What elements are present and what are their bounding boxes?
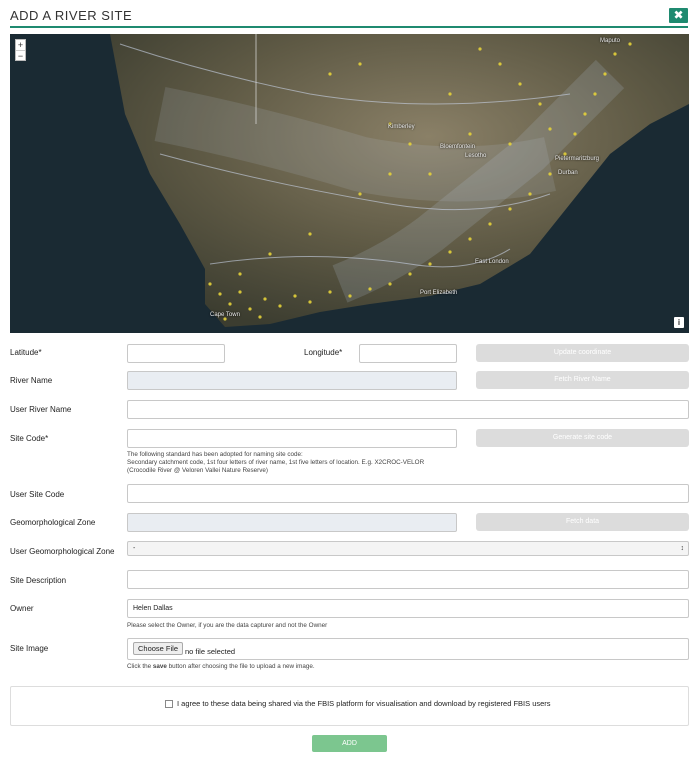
owner-help: Please select the Owner, if you are the … xyxy=(127,622,328,629)
agreement-panel: I agree to these data being shared via t… xyxy=(10,686,689,726)
owner-label: Owner xyxy=(10,604,34,613)
user-geomorph-zone-select[interactable]: - ↕ xyxy=(127,541,689,556)
info-icon[interactable]: i xyxy=(674,317,684,328)
choose-file-button[interactable]: Choose File xyxy=(133,642,184,655)
zoom-control: + − xyxy=(15,39,26,61)
image-help-pre: Click the xyxy=(127,663,153,670)
map-label-east-london: East London xyxy=(475,259,509,265)
close-icon[interactable]: ✖ xyxy=(669,8,688,23)
user-site-code-label: User Site Code xyxy=(10,490,65,499)
site-code-input[interactable] xyxy=(127,429,457,448)
owner-input[interactable]: Helen Dallas xyxy=(127,599,689,618)
generate-site-code-button[interactable]: Generate site code xyxy=(476,429,689,447)
map-label-bloemfontein: Bloemfontein xyxy=(440,144,476,150)
map-label-maputo: Maputo xyxy=(600,38,621,44)
update-coordinate-button[interactable]: Update coordinate xyxy=(476,344,689,362)
no-file-text: no file selected xyxy=(185,647,236,656)
modal-title: ADD A RIVER SITE xyxy=(10,8,133,23)
add-button[interactable]: ADD xyxy=(312,735,387,752)
geomorph-zone-input[interactable] xyxy=(127,513,457,532)
latitude-label: Latitude* xyxy=(10,348,42,357)
image-help-post: button after choosing the file to upload… xyxy=(166,663,315,670)
site-code-help-line-1: The following standard has been adopted … xyxy=(127,451,303,458)
image-help-bold: save xyxy=(152,663,167,670)
fetch-data-button[interactable]: Fetch data xyxy=(476,513,689,531)
map-label-kimberley: Kimberley xyxy=(388,124,415,130)
map-label-cape-town: Cape Town xyxy=(210,312,240,318)
select-arrow-icon: ↕ xyxy=(680,545,685,552)
site-code-label: Site Code* xyxy=(10,434,49,443)
site-map[interactable]: Maputo Kimberley Bloemfontein Pietermari… xyxy=(10,34,689,333)
site-description-label: Site Description xyxy=(10,576,67,585)
geomorph-zone-label: Geomorphological Zone xyxy=(10,518,96,527)
river-name-input[interactable] xyxy=(127,371,457,390)
river-name-label: River Name xyxy=(10,376,53,385)
map-label-lesotho: Lesotho xyxy=(465,153,487,159)
site-image-label: Site Image xyxy=(10,644,49,653)
map-label-durban: Durban xyxy=(558,170,578,176)
user-river-name-input[interactable] xyxy=(127,400,689,419)
longitude-input[interactable] xyxy=(359,344,457,363)
zoom-in-button[interactable]: + xyxy=(16,40,25,50)
header-divider xyxy=(10,26,688,28)
longitude-label: Longitude* xyxy=(304,348,343,357)
map-label-pietermaritzburg: Pietermaritzburg xyxy=(555,156,600,162)
user-site-code-input[interactable] xyxy=(127,484,689,503)
map-label-port-elizabeth: Port Elizabeth xyxy=(420,290,458,296)
site-code-help-line-2: Secondary catchment code, 1st four lette… xyxy=(127,459,425,466)
agreement-checkbox[interactable] xyxy=(165,700,173,708)
site-image-help: Click the save button after choosing the… xyxy=(127,663,315,671)
user-river-name-label: User River Name xyxy=(10,405,72,414)
fetch-river-name-button[interactable]: Fetch River Name xyxy=(476,371,689,389)
latitude-input[interactable] xyxy=(127,344,225,363)
site-description-input[interactable] xyxy=(127,570,689,589)
site-code-help: The following standard has been adopted … xyxy=(127,451,424,475)
site-code-help-line-3: (Crocodile River @ Veloren Vallei Nature… xyxy=(127,467,269,474)
agreement-text: I agree to these data being shared via t… xyxy=(177,699,551,708)
map-imagery xyxy=(10,34,689,333)
user-geomorph-zone-label: User Geomorphological Zone xyxy=(10,547,115,556)
site-image-file-input[interactable]: Choose File no file selected xyxy=(127,638,689,660)
user-geomorph-zone-selected: - xyxy=(133,545,136,552)
modal-header: ADD A RIVER SITE ✖ xyxy=(0,0,698,28)
zoom-out-button[interactable]: − xyxy=(16,50,25,61)
